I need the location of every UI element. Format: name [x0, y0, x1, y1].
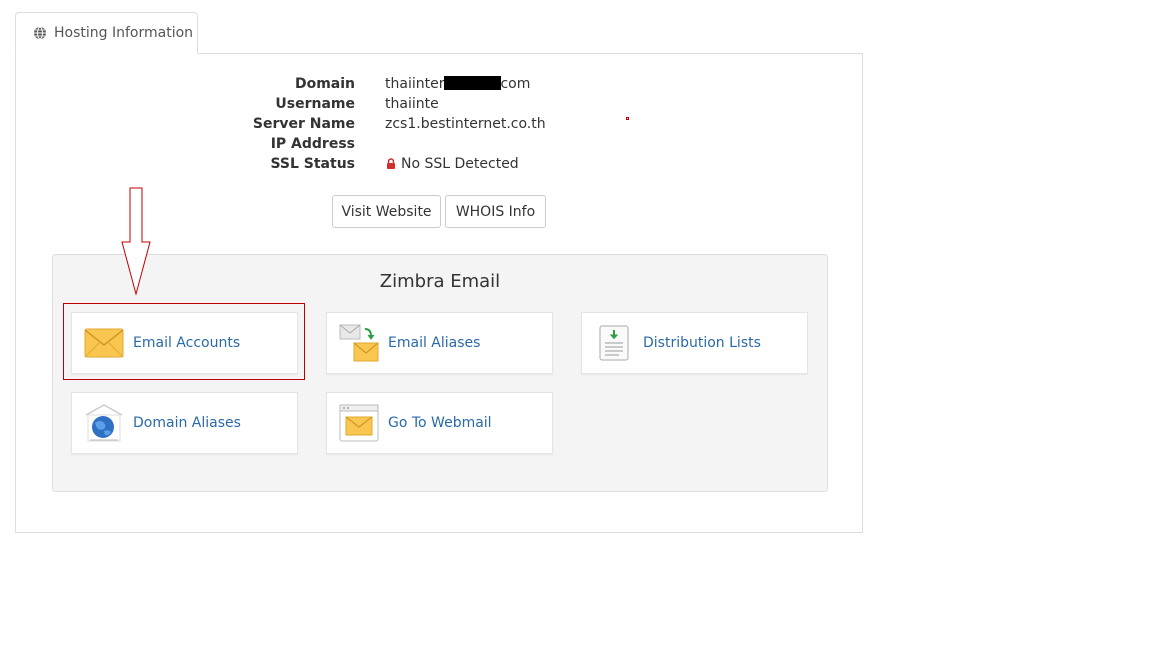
tab-hosting-information[interactable]: Hosting Information — [15, 12, 198, 54]
domain-aliases-card[interactable]: Domain Aliases — [71, 392, 298, 454]
domain-label: Domain — [294, 76, 355, 92]
annotation-dot — [626, 117, 629, 120]
distribution-lists-card[interactable]: Distribution Lists — [581, 312, 808, 374]
info-row-ssl: SSL Status No SSL Detected — [16, 154, 864, 174]
annotation-highlight-box — [63, 303, 305, 380]
globe-house-icon — [84, 403, 124, 443]
email-aliases-card[interactable]: Email Aliases — [326, 312, 553, 374]
ip-address-label: IP Address — [270, 136, 355, 152]
globe-icon — [33, 26, 47, 40]
info-row-domain: Domain thaiinter com — [16, 74, 864, 94]
username-label: Username — [275, 96, 355, 112]
distribution-list-icon — [594, 323, 634, 363]
server-name-value: zcs1.bestinternet.co.th — [385, 116, 546, 132]
domain-value: thaiinter com — [385, 76, 531, 92]
ssl-status-label: SSL Status — [270, 156, 355, 172]
server-name-label: Server Name — [252, 116, 355, 132]
go-to-webmail-card[interactable]: Go To Webmail — [326, 392, 553, 454]
go-to-webmail-label: Go To Webmail — [388, 415, 492, 431]
email-aliases-label: Email Aliases — [388, 335, 481, 351]
redaction-bar — [444, 76, 502, 90]
whois-info-button[interactable]: WHOIS Info — [445, 195, 546, 228]
annotation-down-arrow — [121, 187, 151, 296]
webmail-icon — [339, 403, 379, 443]
zimbra-email-title: Zimbra Email — [379, 271, 501, 292]
info-row-username: Username thaiinte — [16, 94, 864, 114]
info-row-ip: IP Address — [16, 134, 864, 154]
info-row-server: Server Name zcs1.bestinternet.co.th — [16, 114, 864, 134]
email-aliases-icon — [339, 323, 379, 363]
domain-aliases-label: Domain Aliases — [133, 415, 241, 431]
distribution-lists-label: Distribution Lists — [643, 335, 761, 351]
lock-icon — [385, 156, 397, 169]
visit-website-button[interactable]: Visit Website — [332, 195, 441, 228]
tab-label: Hosting Information — [54, 25, 194, 41]
username-value: thaiinte — [385, 96, 439, 112]
ssl-status-value: No SSL Detected — [385, 154, 519, 174]
